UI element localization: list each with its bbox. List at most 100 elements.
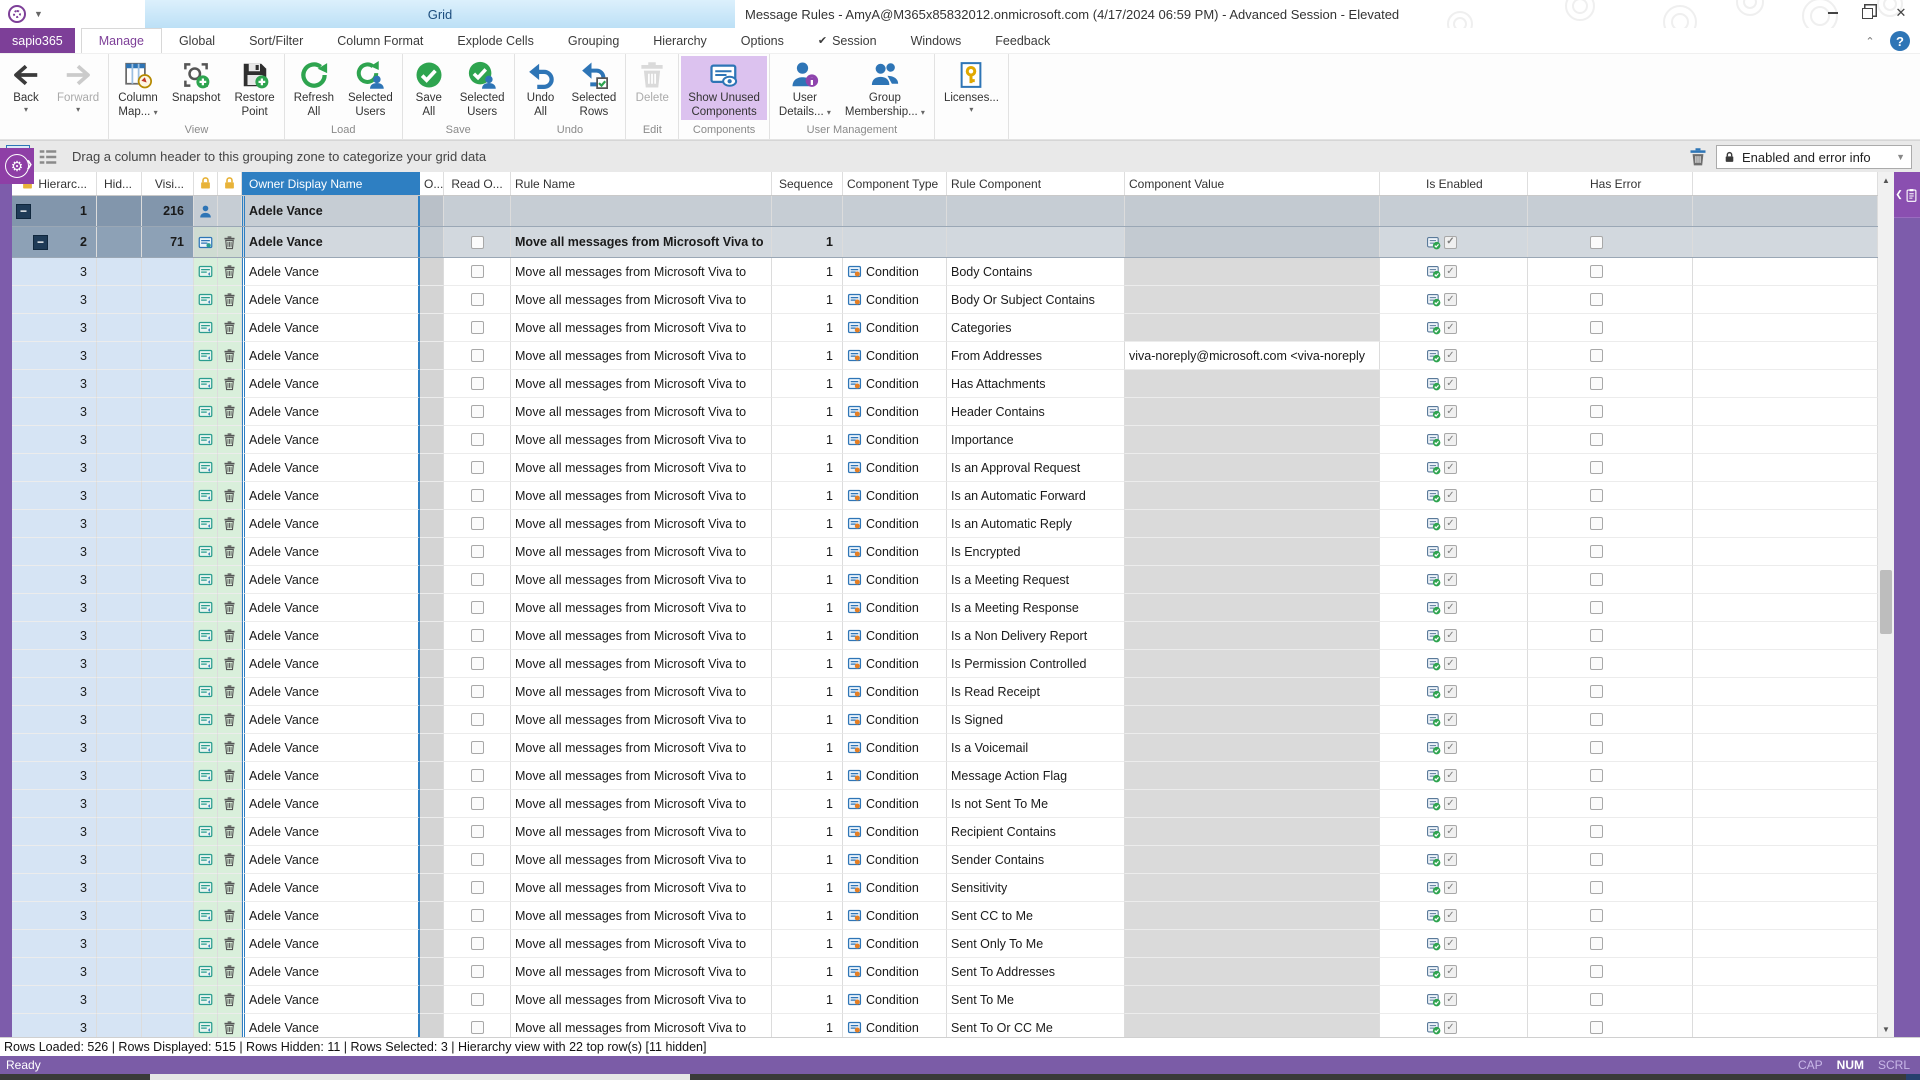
checkbox[interactable] [1444, 1021, 1457, 1034]
cell-icon2[interactable] [218, 818, 242, 846]
cell-o[interactable] [420, 762, 444, 790]
left-panel-rail[interactable] [0, 172, 12, 1037]
cell-enabled[interactable] [1380, 958, 1528, 986]
cell-ctype[interactable] [843, 196, 947, 226]
cell-hid[interactable] [97, 650, 142, 678]
detail-row[interactable]: 3 Adele Vance Move all messages from Micro… [12, 482, 1878, 510]
cell-reado[interactable] [444, 454, 511, 482]
checkbox[interactable] [1590, 545, 1603, 558]
cell-owner[interactable]: Adele Vance [242, 538, 420, 566]
horizontal-scrollbar[interactable] [0, 1074, 1920, 1080]
cell-hid[interactable] [97, 986, 142, 1014]
cell-ctype[interactable]: Condition [843, 286, 947, 314]
cell-seq[interactable]: 1 [772, 510, 843, 538]
checkbox[interactable] [470, 1021, 484, 1034]
cell-icon1[interactable] [194, 678, 218, 706]
cell-enabled[interactable] [1380, 482, 1528, 510]
cell-rule[interactable]: Move all messages from Microsoft Viva to [511, 314, 772, 342]
cell-visi[interactable] [142, 510, 194, 538]
cell-ctype[interactable]: Condition [843, 902, 947, 930]
cell-reado[interactable] [444, 650, 511, 678]
cell-visi[interactable] [142, 286, 194, 314]
cell-icon2[interactable] [218, 846, 242, 874]
cell-cval[interactable] [1125, 398, 1380, 426]
cell-visi[interactable] [142, 314, 194, 342]
cell-error[interactable] [1528, 818, 1693, 846]
cell-icon2[interactable] [218, 874, 242, 902]
cell-enabled[interactable] [1380, 902, 1528, 930]
cell-seq[interactable]: 1 [772, 902, 843, 930]
cell-cval[interactable] [1125, 1014, 1380, 1037]
checkbox[interactable] [1590, 937, 1603, 950]
cell-owner[interactable]: Adele Vance [242, 678, 420, 706]
cell-pad[interactable] [1693, 1014, 1878, 1037]
checkbox[interactable] [470, 741, 484, 754]
cell-icon2[interactable] [218, 594, 242, 622]
cell-icon1[interactable] [194, 734, 218, 762]
cell-seq[interactable]: 1 [772, 734, 843, 762]
detail-row[interactable]: 3 Adele Vance Move all messages from Micro… [12, 258, 1878, 286]
cell-icon2[interactable] [218, 510, 242, 538]
checkbox[interactable] [470, 657, 484, 670]
cell-rcomp[interactable]: Sender Contains [947, 846, 1125, 874]
cell-rule[interactable]: Move all messages from Microsoft Viva to [511, 594, 772, 622]
cell-enabled[interactable] [1380, 258, 1528, 286]
cell-icon2[interactable] [218, 650, 242, 678]
cell-hier[interactable]: 3 [12, 286, 97, 314]
cell-hier[interactable]: 3 [12, 314, 97, 342]
cell-reado[interactable] [444, 622, 511, 650]
cell-enabled[interactable] [1380, 874, 1528, 902]
cell-ctype[interactable]: Condition [843, 538, 947, 566]
column-header-error[interactable]: Has Error [1528, 172, 1693, 195]
cell-visi[interactable] [142, 650, 194, 678]
cell-seq[interactable]: 1 [772, 986, 843, 1014]
cell-ctype[interactable]: Condition [843, 762, 947, 790]
checkbox[interactable] [470, 293, 484, 306]
cell-enabled[interactable] [1380, 622, 1528, 650]
cell-hid[interactable] [97, 846, 142, 874]
cell-rcomp[interactable]: Is a Voicemail [947, 734, 1125, 762]
cell-hid[interactable] [97, 594, 142, 622]
cell-hier[interactable]: 3 [12, 930, 97, 958]
flat-view-button[interactable] [36, 145, 60, 169]
cell-seq[interactable]: 1 [772, 678, 843, 706]
cell-cval[interactable] [1125, 510, 1380, 538]
cell-hier[interactable]: 3 [12, 874, 97, 902]
cell-visi[interactable] [142, 370, 194, 398]
cell-enabled[interactable] [1380, 227, 1528, 257]
cell-hier[interactable]: 3 [12, 370, 97, 398]
cell-icon2[interactable] [218, 1014, 242, 1037]
cell-pad[interactable] [1693, 482, 1878, 510]
cell-owner[interactable]: Adele Vance [242, 930, 420, 958]
cell-rule[interactable]: Move all messages from Microsoft Viva to [511, 286, 772, 314]
cell-icon1[interactable] [194, 958, 218, 986]
cell-seq[interactable]: 1 [772, 846, 843, 874]
cell-ctype[interactable]: Condition [843, 482, 947, 510]
cell-rcomp[interactable]: Body Or Subject Contains [947, 286, 1125, 314]
checkbox[interactable] [1444, 461, 1457, 474]
cell-error[interactable] [1528, 286, 1693, 314]
cell-pad[interactable] [1693, 874, 1878, 902]
forward-button[interactable]: Forward ▾ [50, 56, 106, 115]
cell-pad[interactable] [1693, 902, 1878, 930]
checkbox[interactable] [470, 573, 484, 586]
detail-row[interactable]: 3 Adele Vance Move all messages from Micro… [12, 566, 1878, 594]
collapse-ribbon-icon[interactable]: ⌃ [1860, 32, 1880, 50]
cell-cval[interactable] [1125, 986, 1380, 1014]
cell-o[interactable] [420, 286, 444, 314]
cell-visi[interactable] [142, 986, 194, 1014]
user-details--button[interactable]: User Details... ▾ [772, 56, 838, 120]
cell-error[interactable] [1528, 510, 1693, 538]
cell-reado[interactable] [444, 902, 511, 930]
cell-icon2[interactable] [218, 986, 242, 1014]
cell-owner[interactable]: Adele Vance [242, 258, 420, 286]
cell-seq[interactable]: 1 [772, 286, 843, 314]
cell-ctype[interactable]: Condition [843, 958, 947, 986]
cell-seq[interactable]: 1 [772, 314, 843, 342]
tab-options[interactable]: Options [724, 28, 801, 53]
checkbox[interactable] [470, 825, 484, 838]
snapshot-button[interactable]: Snapshot [165, 56, 228, 105]
column-map--button[interactable]: Column Map... ▾ [111, 56, 165, 120]
cell-seq[interactable]: 1 [772, 426, 843, 454]
checkbox[interactable] [1590, 909, 1603, 922]
